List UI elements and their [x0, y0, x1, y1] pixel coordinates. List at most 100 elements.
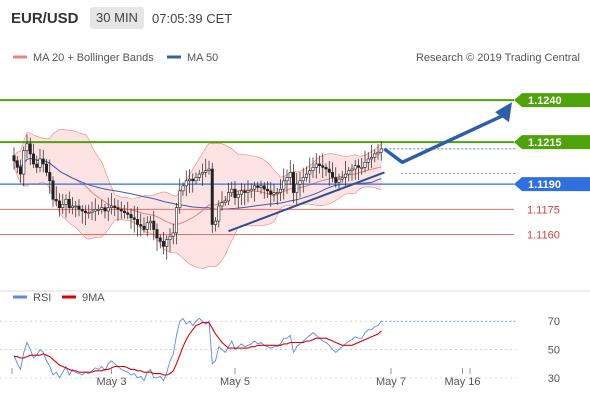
- candle-body: [243, 190, 247, 193]
- candle-body: [87, 212, 91, 215]
- legend-label-rsi-ma: 9MA: [82, 292, 105, 304]
- candle-body: [15, 160, 19, 168]
- level-label-1-1160: 1.1160: [527, 230, 560, 242]
- chart-canvas: 1.1240 1.1215 1.1190 1.1175 1.1160 MA 20 + Bo…: [0, 52, 590, 388]
- candle-body: [41, 158, 45, 165]
- candle-body: [71, 205, 75, 208]
- candle-body: [110, 205, 114, 208]
- candle-body: [356, 165, 360, 168]
- candle-body: [194, 177, 198, 182]
- rsi-tick-70: 70: [548, 316, 560, 328]
- candle-body: [340, 177, 344, 180]
- candle-body: [366, 158, 370, 163]
- candle-body: [123, 210, 127, 214]
- candle-body: [28, 143, 32, 155]
- candle-body: [12, 155, 16, 161]
- x-tick-label: May 5: [220, 376, 250, 388]
- candle-body: [22, 150, 26, 175]
- candle-body: [113, 205, 117, 208]
- candle-body: [207, 168, 211, 172]
- candle-body: [152, 220, 156, 230]
- x-tick-label: May 3: [97, 376, 127, 388]
- candle-body: [350, 168, 354, 172]
- candle-body: [188, 178, 192, 182]
- candle-body: [253, 185, 257, 190]
- candle-body: [269, 190, 273, 195]
- candle-body: [25, 143, 29, 151]
- candle-body: [236, 193, 240, 198]
- candle-body: [93, 209, 97, 212]
- candle-body: [227, 192, 231, 202]
- x-tick-label: May 16: [444, 376, 480, 388]
- candle-body: [223, 200, 227, 203]
- candle-body: [291, 172, 295, 193]
- candle-body: [119, 209, 123, 212]
- candle-body: [210, 168, 214, 225]
- candle-body: [347, 170, 351, 175]
- level-label-1-1190: 1.1190: [528, 179, 561, 191]
- candle-body: [259, 185, 263, 188]
- candle-body: [100, 207, 104, 210]
- candle-body: [129, 214, 133, 219]
- candle-body: [304, 173, 308, 178]
- candle-body: [18, 167, 22, 175]
- candle-body: [64, 198, 68, 205]
- candle-body: [126, 212, 130, 215]
- candle-body: [295, 183, 299, 193]
- candle-body: [31, 153, 35, 165]
- level-label-1-1175: 1.1175: [527, 204, 560, 216]
- candle-body: [77, 205, 81, 210]
- candle-body: [57, 200, 61, 208]
- candle-body: [38, 158, 42, 168]
- candle-body: [191, 178, 195, 182]
- candle-body: [145, 222, 149, 230]
- copyright-text: Research © 2019 Trading Central: [416, 52, 580, 64]
- candle-body: [337, 178, 341, 183]
- level-label-1-1240: 1.1240: [528, 95, 562, 107]
- candle-body: [168, 235, 172, 240]
- candle-body: [184, 180, 188, 187]
- candle-body: [275, 192, 279, 194]
- legend-label-rsi: RSI: [33, 292, 51, 304]
- candle-body: [181, 185, 185, 192]
- candle-body: [51, 180, 55, 200]
- candle-body: [376, 151, 380, 155]
- candle-body: [317, 163, 321, 166]
- candle-body: [201, 172, 205, 175]
- candle-body: [233, 188, 237, 198]
- candle-body: [197, 173, 201, 178]
- candle-body: [288, 172, 292, 178]
- candle-body: [324, 167, 328, 170]
- candle-body: [334, 177, 338, 183]
- candle-body: [311, 167, 315, 172]
- candle-body: [158, 237, 162, 242]
- level-label-1-1215: 1.1215: [528, 137, 562, 149]
- forecast-arrow-line: [383, 112, 507, 165]
- candle-body: [48, 172, 52, 182]
- candle-body: [314, 163, 318, 168]
- candle-body: [240, 190, 244, 195]
- candle-body: [97, 209, 101, 211]
- candle-body: [132, 217, 136, 220]
- candle-body: [116, 207, 120, 210]
- rsi-tick-50: 50: [548, 345, 560, 357]
- candle-body: [298, 180, 302, 185]
- candle-body: [149, 220, 153, 224]
- candle-body: [204, 170, 208, 173]
- candle-body: [256, 185, 260, 188]
- rsi-tick-30: 30: [548, 373, 560, 385]
- candle-body: [301, 177, 305, 182]
- candle-body: [262, 185, 266, 190]
- candle-body: [217, 205, 221, 222]
- candle-body: [155, 229, 159, 239]
- rsi-ma-line: [14, 322, 382, 376]
- candle-body: [330, 172, 334, 178]
- candle-body: [178, 190, 182, 208]
- candle-body: [230, 188, 234, 193]
- candle-body: [136, 219, 140, 225]
- candle-body: [369, 156, 373, 160]
- candle-body: [327, 168, 331, 173]
- candle-body: [249, 188, 253, 192]
- candle-body: [363, 162, 367, 168]
- candle-body: [90, 210, 94, 214]
